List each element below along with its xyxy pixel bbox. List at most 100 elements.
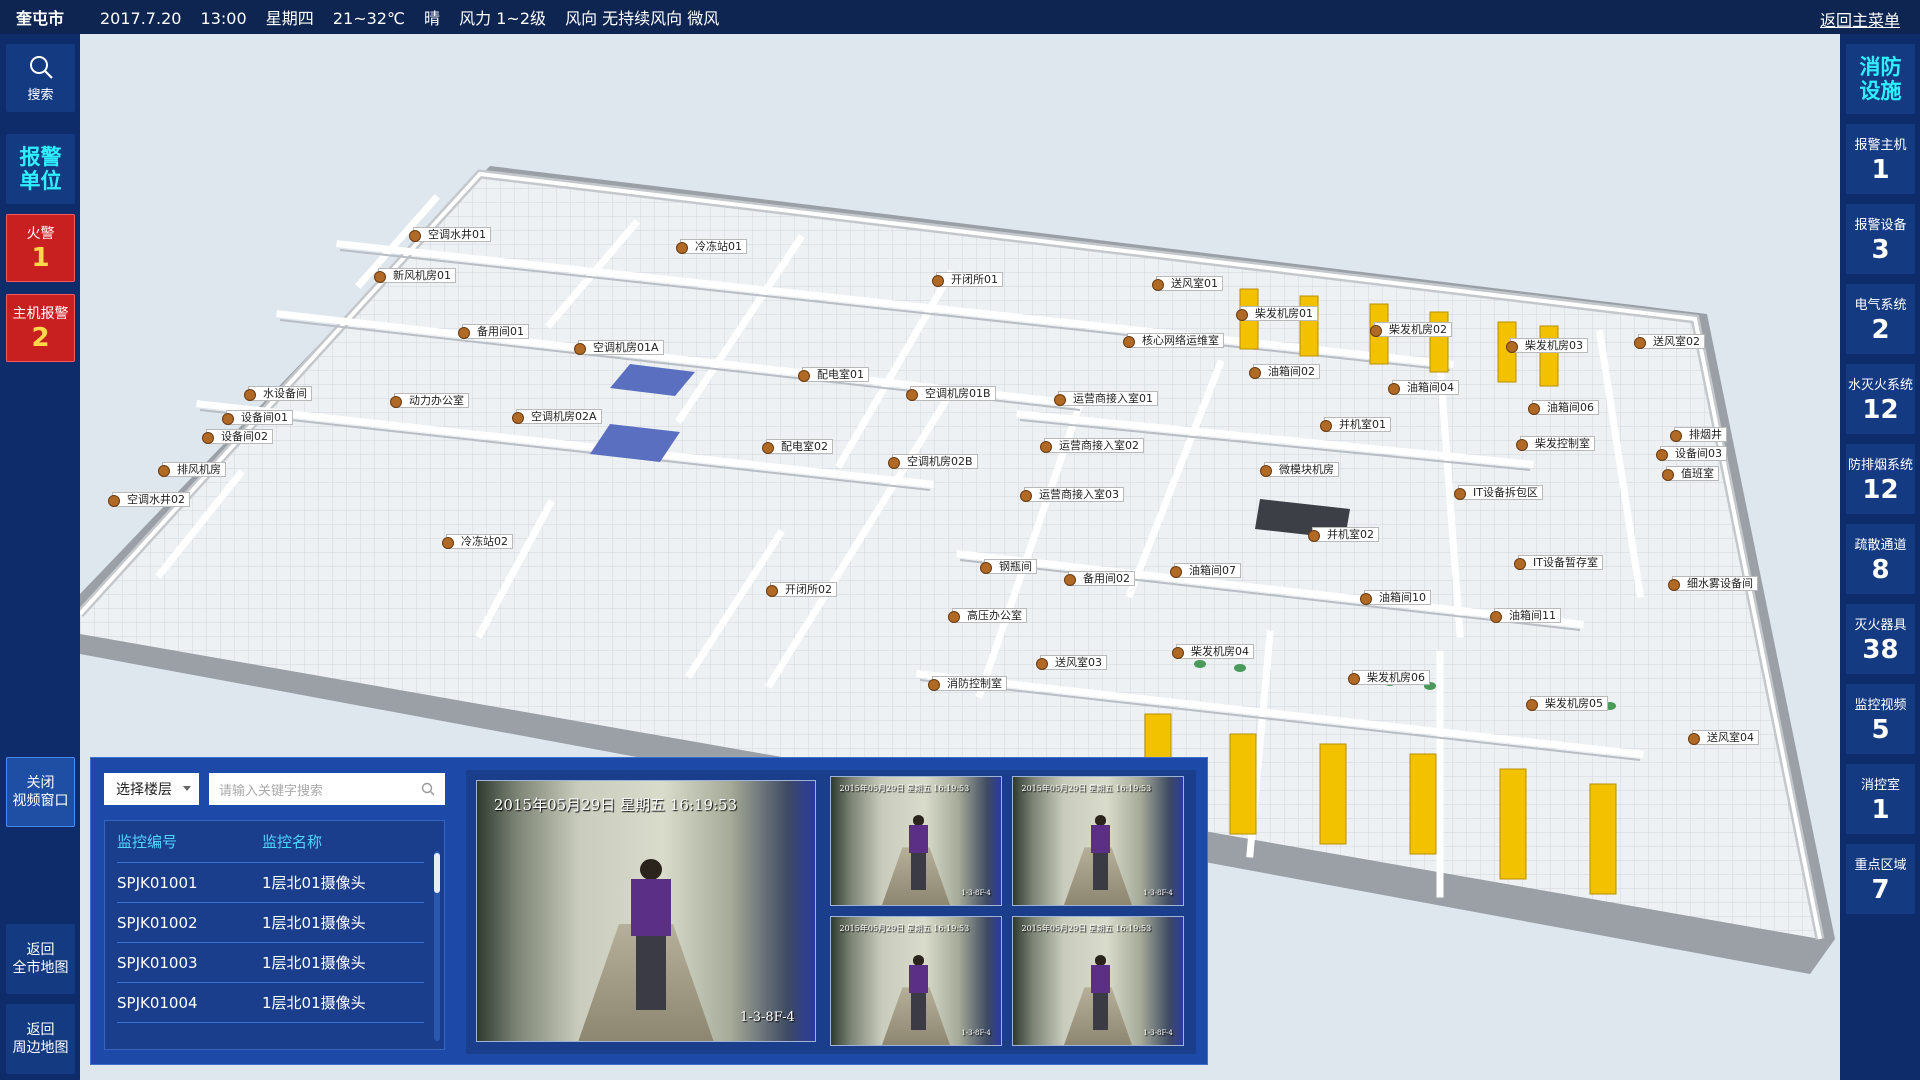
room-label[interactable]: 油箱间06 — [1528, 400, 1599, 415]
facility-item-water-fire[interactable]: 水灭火系统 12 — [1846, 364, 1915, 434]
facility-item-smoke-exhaust[interactable]: 防排烟系统 12 — [1846, 444, 1915, 514]
thumb-video-feed[interactable]: 2015年05月29日 星期五 16:19:53 1-3-8F-4 — [830, 916, 1002, 1046]
thumb-video-feed[interactable]: 2015年05月29日 星期五 16:19:53 1-3-8F-4 — [1012, 776, 1184, 906]
room-label[interactable]: 配电室02 — [762, 439, 833, 454]
room-label[interactable]: 配电室01 — [798, 367, 869, 382]
date-text: 2017.7.20 — [100, 9, 182, 28]
room-label[interactable]: 动力办公室 — [390, 393, 469, 408]
room-label[interactable]: 油箱间10 — [1360, 590, 1431, 605]
fire-alarm-count: 1 — [31, 243, 50, 273]
floor-select-dropdown[interactable]: 选择楼层 — [104, 773, 199, 805]
room-label[interactable]: 柴发机房05 — [1526, 696, 1608, 711]
search-label: 搜索 — [27, 87, 54, 103]
room-label[interactable]: 空调机房01B — [906, 386, 996, 401]
room-label[interactable]: 冷冻站01 — [676, 239, 747, 254]
room-label[interactable]: 冷冻站02 — [442, 534, 513, 549]
floor-select-value: 选择楼层 — [116, 782, 172, 798]
table-row[interactable]: SPJK01001 1层北01摄像头 — [117, 863, 424, 903]
facility-label: 报警设备 — [1854, 217, 1907, 233]
host-alarm-button[interactable]: 主机报警 2 — [6, 294, 75, 362]
room-label[interactable]: IT设备暂存室 — [1514, 555, 1603, 570]
room-label[interactable]: 运营商接入室01 — [1054, 391, 1158, 406]
facility-item-control-room[interactable]: 消控室 1 — [1846, 764, 1915, 834]
table-scrollbar[interactable] — [434, 851, 440, 1041]
room-label[interactable]: 运营商接入室02 — [1040, 438, 1144, 453]
room-label[interactable]: 开闭所02 — [766, 582, 837, 597]
thumb-video-feed[interactable]: 2015年05月29日 星期五 16:19:53 1-3-8F-4 — [1012, 916, 1184, 1046]
table-row[interactable]: SPJK01002 1层北01摄像头 — [117, 903, 424, 943]
room-label[interactable]: 消防控制室 — [928, 676, 1007, 691]
room-label[interactable]: 柴发机房06 — [1348, 670, 1430, 685]
room-label[interactable]: 油箱间04 — [1388, 380, 1459, 395]
camera-id: SPJK01003 — [117, 953, 198, 972]
room-label[interactable]: 微模块机房 — [1260, 462, 1339, 477]
room-label[interactable]: 送风室02 — [1634, 334, 1705, 349]
room-label[interactable]: 设备间02 — [202, 429, 273, 444]
room-label[interactable]: 值班室 — [1662, 466, 1719, 481]
room-label[interactable]: 钢瓶间 — [980, 559, 1037, 574]
room-label[interactable]: 柴发控制室 — [1516, 436, 1595, 451]
room-label[interactable]: 新风机房01 — [374, 268, 456, 283]
room-label[interactable]: 送风室04 — [1688, 730, 1759, 745]
facility-item-alarm-host[interactable]: 报警主机 1 — [1846, 124, 1915, 194]
back-city-map-button[interactable]: 返回 全市地图 — [6, 924, 75, 994]
room-label[interactable]: 送风室01 — [1152, 276, 1223, 291]
room-label[interactable]: 排风机房 — [158, 462, 226, 477]
facility-label: 重点区域 — [1854, 857, 1907, 873]
facility-item-evacuation[interactable]: 疏散通道 8 — [1846, 524, 1915, 594]
room-label[interactable]: 备用间01 — [458, 324, 529, 339]
room-label[interactable]: 油箱间07 — [1170, 563, 1241, 578]
room-label[interactable]: 油箱间11 — [1490, 608, 1561, 623]
room-label[interactable]: 设备间03 — [1656, 446, 1727, 461]
room-label[interactable]: 空调机房01A — [574, 340, 664, 355]
room-label[interactable]: 柴发机房03 — [1506, 338, 1588, 353]
table-row[interactable]: SPJK01003 1层北01摄像头 — [117, 943, 424, 983]
video-camera-tag: 1-3-8F-4 — [961, 889, 991, 898]
main-video-feed[interactable]: 2015年05月29日 星期五 16:19:53 1-3-8F-4 — [476, 780, 816, 1042]
room-label[interactable]: 柴发机房04 — [1172, 644, 1254, 659]
fire-alarm-button[interactable]: 火警 1 — [6, 214, 75, 282]
facility-label: 消控室 — [1860, 777, 1900, 793]
search-icon[interactable] — [421, 782, 435, 796]
room-label[interactable]: 送风室03 — [1036, 655, 1107, 670]
room-label[interactable]: 运营商接入室03 — [1020, 487, 1124, 502]
back-main-menu-link[interactable]: 返回主菜单 — [1820, 7, 1900, 31]
fire-facilities-title[interactable]: 消防 设施 — [1846, 44, 1915, 114]
back-surrounding-map-button[interactable]: 返回 周边地图 — [6, 1004, 75, 1074]
room-label[interactable]: 柴发机房02 — [1370, 322, 1452, 337]
room-label[interactable]: 高压办公室 — [948, 608, 1027, 623]
room-label[interactable]: 空调机房02A — [512, 409, 602, 424]
video-camera-tag: 1-3-8F-4 — [1143, 1029, 1173, 1038]
room-label[interactable]: 水设备间 — [244, 386, 312, 401]
room-label[interactable]: 并机室02 — [1308, 527, 1379, 542]
room-label[interactable]: 细水雾设备间 — [1668, 576, 1758, 591]
room-label[interactable]: 空调水井01 — [409, 227, 491, 242]
close-video-window-button[interactable]: 关闭 视频窗口 — [6, 757, 75, 827]
room-label[interactable]: 核心网络运维室 — [1123, 333, 1224, 348]
room-label[interactable]: 空调水井02 — [108, 492, 190, 507]
alarm-unit-title[interactable]: 报警 单位 — [6, 134, 75, 204]
room-label[interactable]: 柴发机房01 — [1236, 306, 1318, 321]
video-grid: 2015年05月29日 星期五 16:19:53 1-3-8F-4 2015年0… — [466, 770, 1196, 1054]
facility-item-alarm-device[interactable]: 报警设备 3 — [1846, 204, 1915, 274]
back-around-line2: 周边地图 — [12, 1040, 69, 1056]
camera-name: 1层北01摄像头 — [262, 994, 366, 1012]
room-label[interactable]: 油箱间02 — [1249, 364, 1320, 379]
facility-item-key-area[interactable]: 重点区域 7 — [1846, 844, 1915, 914]
facility-item-extinguisher[interactable]: 灭火器具 38 — [1846, 604, 1915, 674]
room-label[interactable]: IT设备拆包区 — [1454, 485, 1543, 500]
room-label[interactable]: 并机室01 — [1320, 417, 1391, 432]
room-label[interactable]: 备用间02 — [1064, 571, 1135, 586]
room-label[interactable]: 空调机房02B — [888, 454, 978, 469]
facility-item-electrical[interactable]: 电气系统 2 — [1846, 284, 1915, 354]
room-label[interactable]: 开闭所01 — [932, 272, 1003, 287]
table-row[interactable]: SPJK01004 1层北01摄像头 — [117, 983, 424, 1023]
scrollbar-thumb[interactable] — [434, 853, 440, 893]
facility-item-cctv[interactable]: 监控视频 5 — [1846, 684, 1915, 754]
facility-label: 监控视频 — [1854, 697, 1907, 713]
room-label[interactable]: 排烟井 — [1670, 427, 1727, 442]
search-button[interactable]: 搜索 — [6, 44, 75, 112]
camera-search-input[interactable]: 请输入关键字搜索 — [209, 773, 445, 805]
thumb-video-feed[interactable]: 2015年05月29日 星期五 16:19:53 1-3-8F-4 — [830, 776, 1002, 906]
room-label[interactable]: 设备间01 — [222, 410, 293, 425]
